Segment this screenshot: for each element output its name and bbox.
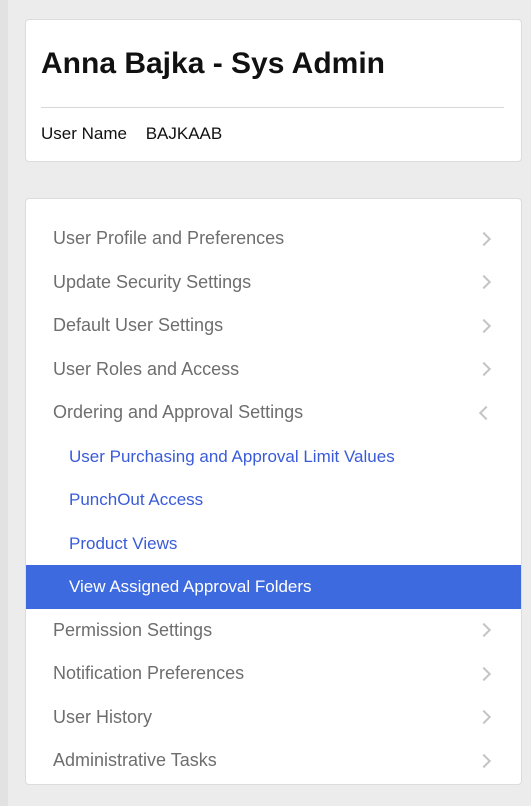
nav-item-label: User History bbox=[53, 706, 153, 727]
username-label: User Name bbox=[41, 124, 127, 143]
nav-item-user-history[interactable]: User History bbox=[26, 696, 521, 740]
divider bbox=[41, 107, 504, 108]
nav-item-label: Ordering and Approval Settings bbox=[53, 402, 304, 422]
nav-item-label: Notification Preferences bbox=[53, 663, 245, 683]
chevron-right-icon bbox=[476, 318, 492, 333]
settings-nav-card: User Profile and Preferences Update Secu… bbox=[25, 198, 522, 785]
nav-item-ordering-approval-settings[interactable]: Ordering and Approval Settings bbox=[26, 391, 521, 435]
subnav-item-punchout-access[interactable]: PunchOut Access bbox=[26, 478, 521, 522]
nav-item-user-profile-preferences[interactable]: User Profile and Preferences bbox=[26, 217, 521, 261]
chevron-left-icon bbox=[478, 405, 494, 420]
subnav-item-approval-folders[interactable]: View Assigned Approval Folders bbox=[26, 565, 521, 609]
nav-item-user-roles-access[interactable]: User Roles and Access bbox=[26, 348, 521, 392]
username-row: User Name BAJKAAB bbox=[41, 124, 222, 144]
nav-item-administrative-tasks[interactable]: Administrative Tasks bbox=[26, 739, 521, 783]
nav-item-label: User Roles and Access bbox=[53, 358, 240, 379]
chevron-right-icon bbox=[476, 231, 492, 246]
subnav-item-product-views[interactable]: Product Views bbox=[26, 522, 521, 566]
settings-nav-list: User Profile and Preferences Update Secu… bbox=[26, 217, 521, 783]
chevron-right-icon bbox=[476, 623, 492, 638]
chevron-right-icon bbox=[476, 666, 492, 681]
nav-item-notification-preferences[interactable]: Notification Preferences bbox=[26, 652, 521, 696]
chevron-right-icon bbox=[476, 362, 492, 377]
nav-item-label: Update Security Settings bbox=[53, 271, 252, 292]
nav-item-update-security-settings[interactable]: Update Security Settings bbox=[26, 261, 521, 305]
chevron-right-icon bbox=[476, 710, 492, 725]
nav-item-default-user-settings[interactable]: Default User Settings bbox=[26, 304, 521, 348]
nav-item-label: User Profile and Preferences bbox=[53, 228, 285, 248]
nav-item-label: Administrative Tasks bbox=[53, 750, 217, 770]
user-header-card: Anna Bajka - Sys Admin User Name BAJKAAB bbox=[25, 19, 522, 162]
username-value: BAJKAAB bbox=[145, 124, 223, 143]
chevron-right-icon bbox=[476, 275, 492, 290]
nav-item-permission-settings[interactable]: Permission Settings bbox=[26, 609, 521, 653]
subnav-item-purchasing-approval-limits[interactable]: User Purchasing and Approval Limit Value… bbox=[26, 435, 521, 479]
left-edge-strip bbox=[0, 0, 8, 806]
nav-item-label: Default User Settings bbox=[53, 315, 224, 335]
page-title: Anna Bajka - Sys Admin bbox=[41, 47, 385, 80]
chevron-right-icon bbox=[476, 753, 492, 768]
nav-item-label: Permission Settings bbox=[53, 619, 213, 640]
